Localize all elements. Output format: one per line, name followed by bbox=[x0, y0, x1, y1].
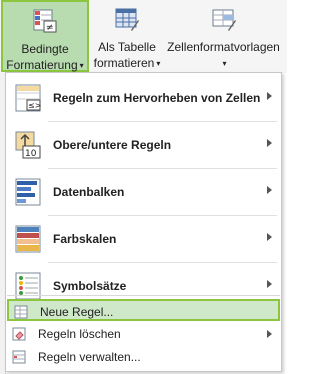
menu-item-label: Regeln verwalten... bbox=[38, 350, 141, 364]
format-as-table-button[interactable]: Als Tabelle formatieren ▾ bbox=[90, 0, 164, 72]
new-rule-icon bbox=[14, 305, 28, 319]
svg-text:≤>: ≤> bbox=[28, 101, 41, 110]
dropdown-caret-icon: ▾ bbox=[222, 59, 227, 68]
submenu-arrow-icon bbox=[267, 92, 272, 100]
dropdown-caret-icon: ▾ bbox=[79, 61, 84, 70]
menu-item-label: Symbolsätze bbox=[53, 279, 127, 293]
highlight-cells-rules-icon: ≤> bbox=[15, 84, 41, 112]
cell-styles-button[interactable]: Zellenformatvorlagen ▾ bbox=[166, 0, 281, 72]
format-as-table-label-2: formatieren ▾ bbox=[93, 56, 161, 70]
menu-item-highlight-cells-rules[interactable]: ≤> Regeln zum Hervorheben von Zellen bbox=[7, 76, 280, 120]
submenu-arrow-icon bbox=[267, 330, 272, 338]
menu-item-label: Datenbalken bbox=[53, 185, 125, 199]
svg-text:≠: ≠ bbox=[46, 23, 54, 33]
menu-item-label: Farbskalen bbox=[53, 232, 117, 246]
separator bbox=[48, 168, 277, 169]
icon-sets-icon bbox=[15, 272, 41, 300]
conditional-formatting-menu: ≤> Regeln zum Hervorheben von Zellen 10 … bbox=[5, 72, 282, 372]
cell-styles-icon bbox=[212, 9, 236, 31]
submenu-arrow-icon bbox=[267, 280, 272, 288]
data-bars-icon bbox=[15, 178, 41, 206]
separator bbox=[48, 262, 277, 263]
ribbon: ≠ Bedingte Formatierung ▾ Als Tabelle for… bbox=[0, 0, 287, 73]
top-bottom-rules-icon: 10 bbox=[15, 131, 41, 159]
format-as-table-icon bbox=[115, 8, 139, 31]
conditional-formatting-label-1: Bedingte bbox=[21, 42, 69, 56]
menu-item-label: Regeln löschen bbox=[38, 327, 121, 341]
menu-item-label: Regeln zum Hervorheben von Zellen bbox=[53, 91, 261, 105]
menu-item-data-bars[interactable]: Datenbalken bbox=[7, 170, 280, 214]
menu-item-manage-rules[interactable]: Regeln verwalten... bbox=[7, 346, 280, 368]
separator bbox=[48, 121, 277, 122]
menu-item-color-scales[interactable]: Farbskalen bbox=[7, 217, 280, 261]
menu-item-top-bottom-rules[interactable]: 10 Obere/untere Regeln bbox=[7, 123, 280, 167]
manage-rules-icon bbox=[12, 350, 26, 364]
menu-item-clear-rules[interactable]: Regeln löschen bbox=[7, 323, 280, 345]
cell-styles-label: Zellenformatvorlagen bbox=[167, 40, 280, 54]
format-as-table-label-1: Als Tabelle bbox=[98, 40, 156, 54]
svg-text:10: 10 bbox=[25, 149, 37, 159]
conditional-formatting-button[interactable]: ≠ Bedingte Formatierung ▾ bbox=[1, 0, 89, 72]
menu-item-new-rule[interactable]: Neue Regel... bbox=[7, 299, 280, 321]
dropdown-caret-icon: ▾ bbox=[156, 59, 161, 68]
menu-item-label: Neue Regel... bbox=[40, 305, 114, 319]
clear-rules-icon bbox=[12, 327, 26, 341]
submenu-arrow-icon bbox=[267, 139, 272, 147]
color-scales-icon bbox=[15, 225, 41, 253]
cell-styles-caret: ▾ bbox=[166, 56, 281, 72]
conditional-formatting-icon: ≠ bbox=[33, 9, 57, 33]
separator bbox=[48, 215, 277, 216]
menu-item-label: Obere/untere Regeln bbox=[53, 138, 172, 152]
submenu-arrow-icon bbox=[267, 186, 272, 194]
separator bbox=[7, 295, 280, 296]
submenu-arrow-icon bbox=[267, 233, 272, 241]
